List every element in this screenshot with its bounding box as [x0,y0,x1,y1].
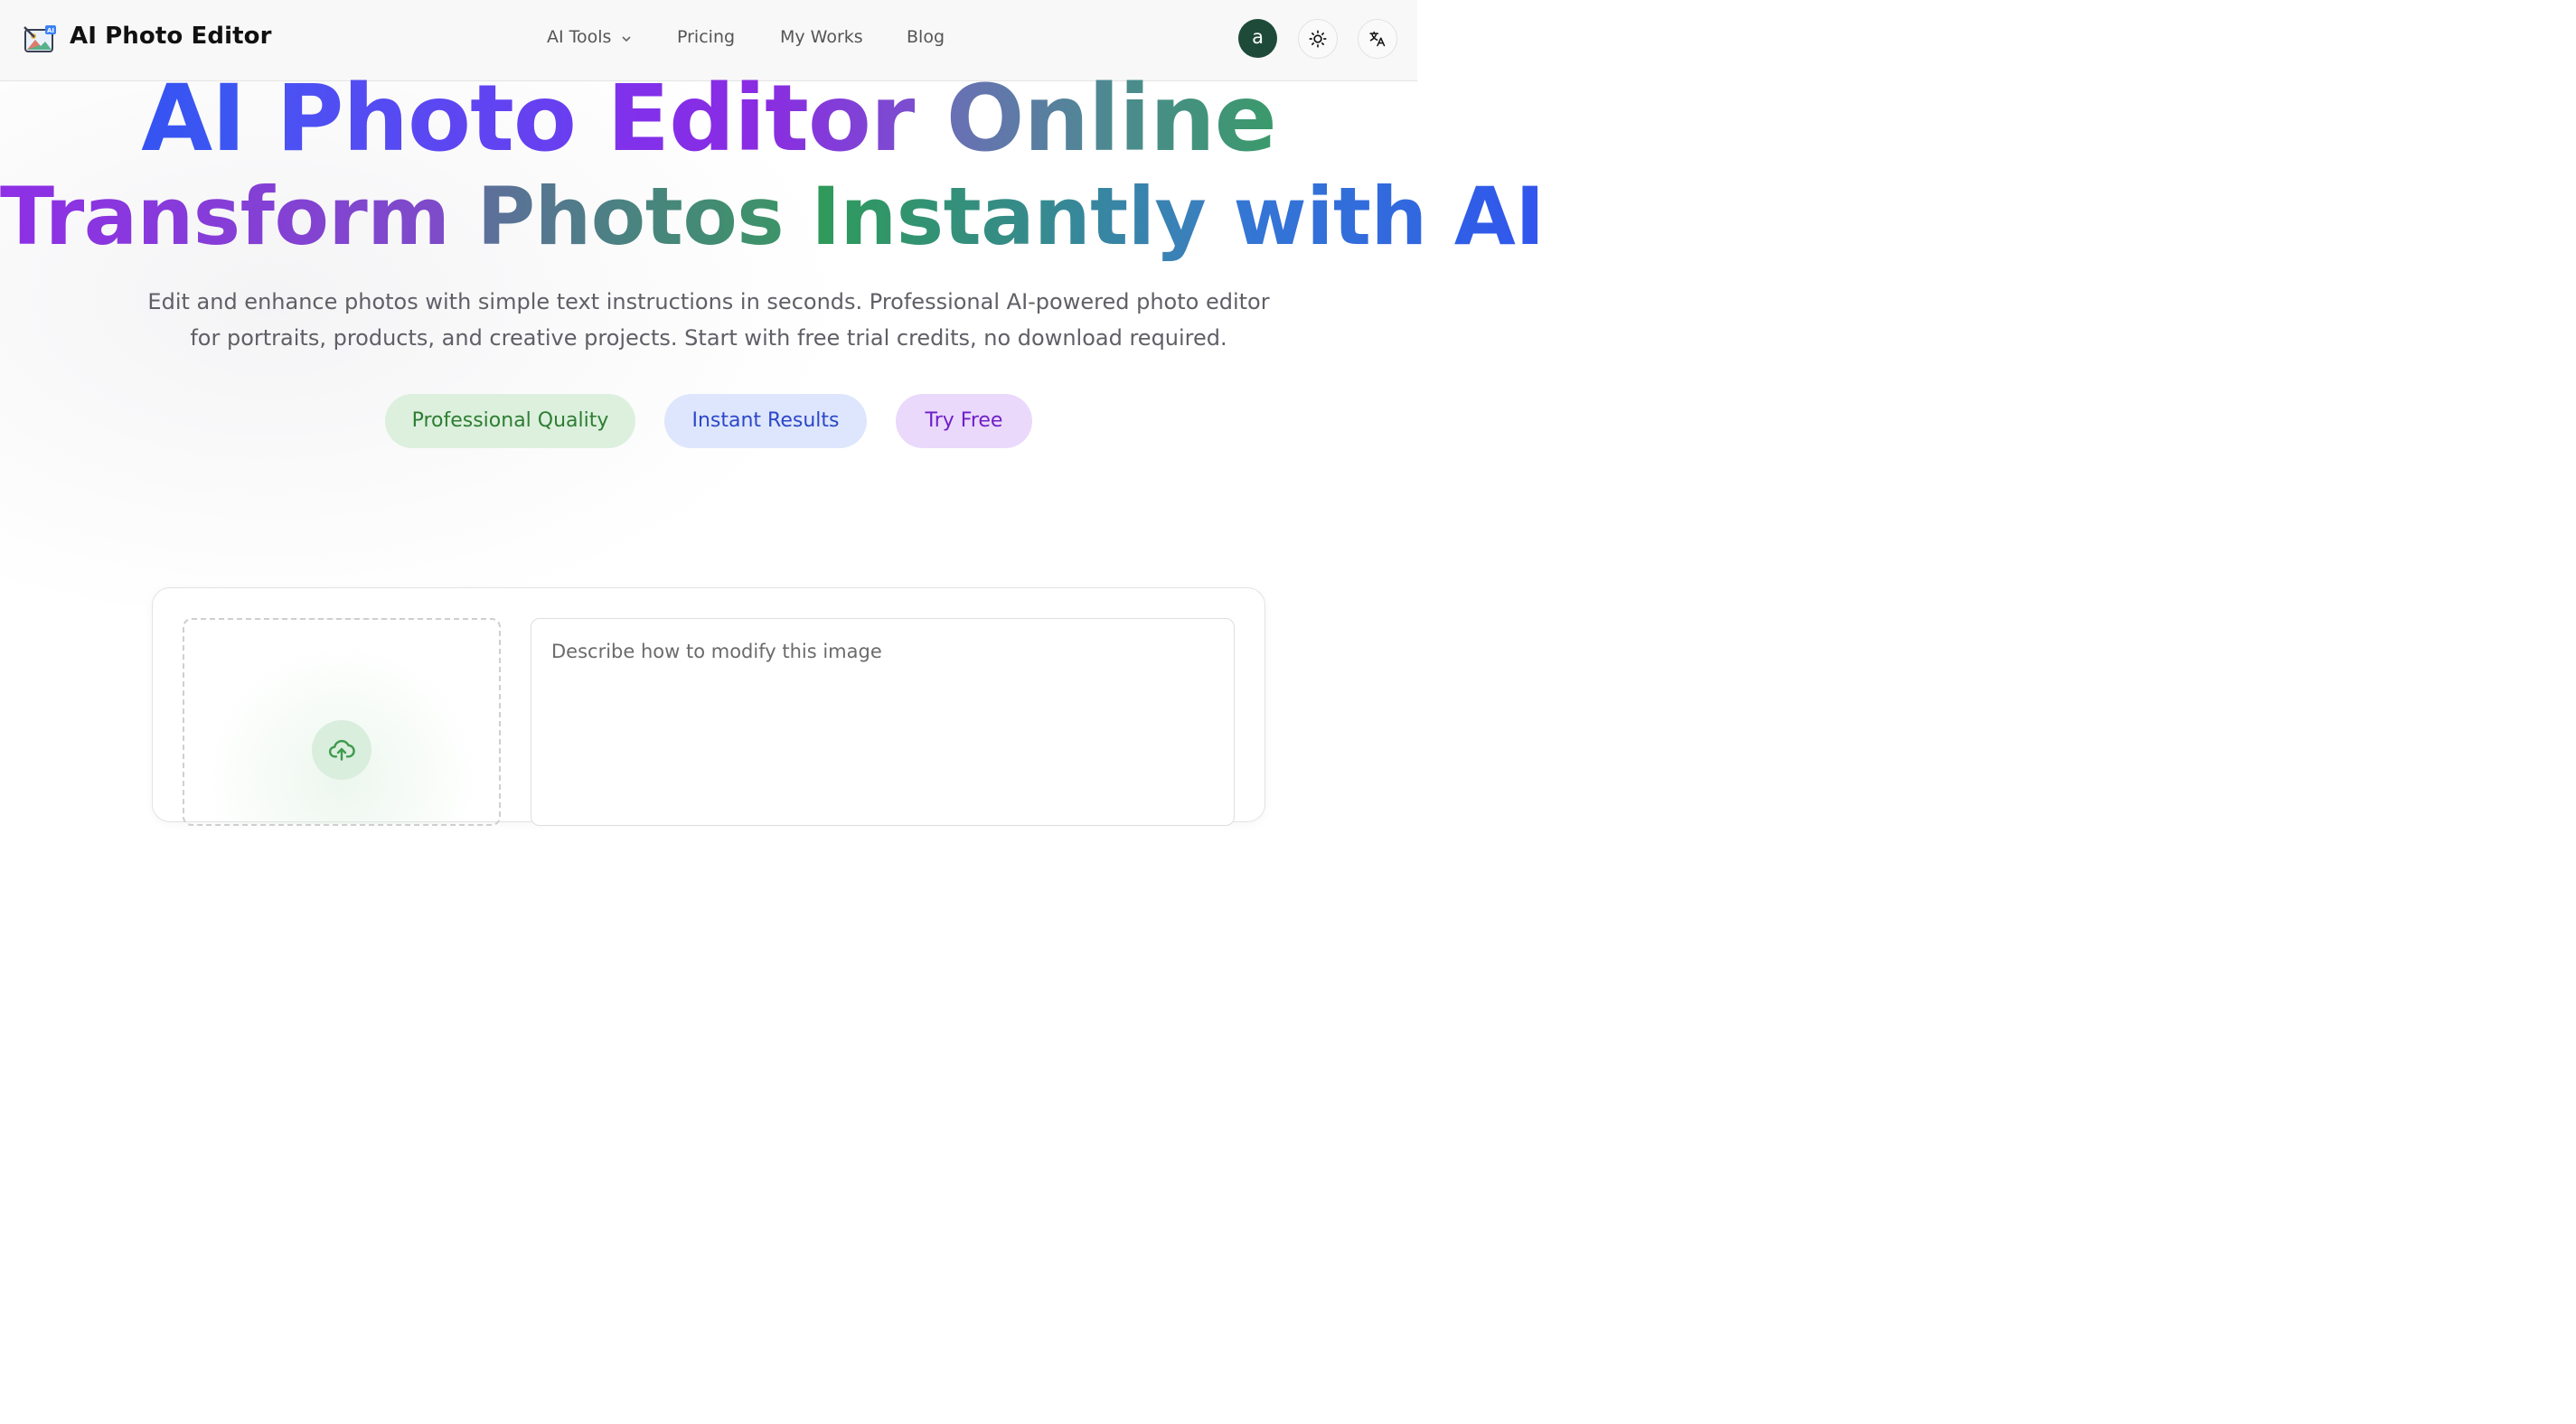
badge-professional-quality[interactable]: Professional Quality [385,394,635,448]
hero-title-word: Online [945,65,1277,173]
badge-try-free[interactable]: Try Free [896,394,1032,448]
hero-description: Edit and enhance photos with simple text… [147,289,1270,351]
nav-pricing[interactable]: Pricing [677,27,735,47]
app-logo-icon[interactable]: AI [24,24,56,53]
hero-subtitle-word: Transform [0,170,450,263]
hero-title: AI Photo Editor Online [0,72,1417,166]
svg-text:AI: AI [47,27,54,34]
hero-subtitle-word: AI [1453,170,1545,263]
hero-title-word: Photo [276,65,577,173]
hero-subtitle-word: Photos [476,170,785,263]
sun-icon [1309,30,1327,48]
nav-ai-tools[interactable]: AI Tools [547,27,611,47]
chevron-down-icon[interactable] [621,34,632,43]
upload-button[interactable] [312,720,371,780]
hero-subtitle-word: Instantly [811,170,1207,263]
language-button[interactable] [1358,19,1397,59]
nav-blog[interactable]: Blog [907,27,945,47]
hero-subtitle-word: with [1233,170,1427,263]
translate-icon [1369,31,1386,47]
nav-my-works[interactable]: My Works [780,27,863,47]
edit-prompt-input[interactable] [531,618,1235,826]
user-avatar[interactable]: a [1238,19,1277,58]
hero-subtitle: Transform Photos Instantly with AI [0,175,1545,258]
hero-title-word: Editor [606,65,916,173]
brand-name[interactable]: AI Photo Editor [70,23,272,50]
upload-cloud-icon [328,739,355,761]
hero-title-word: AI [141,65,246,173]
theme-toggle-button[interactable] [1298,19,1338,59]
badge-instant-results[interactable]: Instant Results [664,394,867,448]
